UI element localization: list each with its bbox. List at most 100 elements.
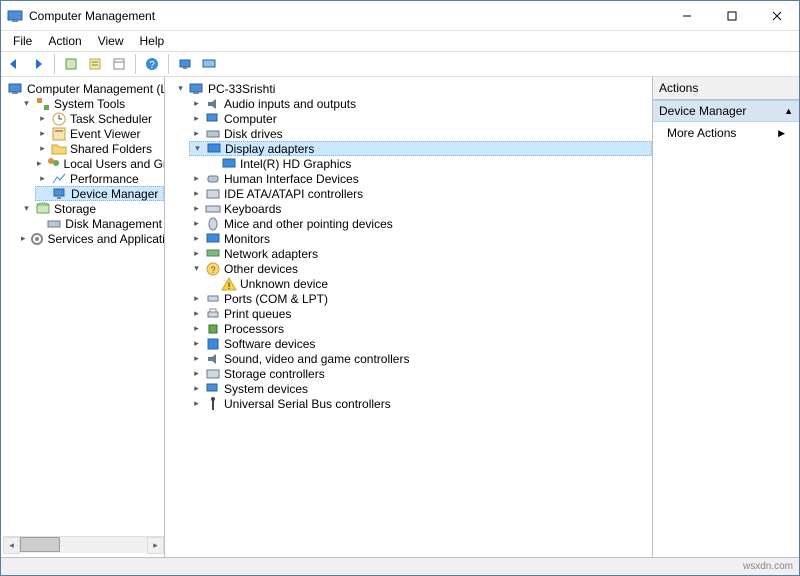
expand-icon[interactable]: ▸ — [191, 203, 202, 214]
expand-icon[interactable]: ▸ — [191, 398, 202, 409]
cat-storage-controllers[interactable]: ▸Storage controllers — [189, 366, 652, 381]
expand-icon[interactable]: ▸ — [191, 368, 202, 379]
expand-icon[interactable]: ▸ — [37, 158, 42, 169]
cat-disk-drives[interactable]: ▸Disk drives — [189, 126, 652, 141]
app-icon — [7, 8, 23, 24]
menu-help[interactable]: Help — [132, 32, 173, 50]
cat-ide[interactable]: ▸IDE ATA/ATAPI controllers — [189, 186, 652, 201]
tree-device-manager[interactable]: Device Manager — [35, 186, 164, 201]
device-action-button[interactable] — [198, 53, 220, 75]
cat-audio[interactable]: ▸Audio inputs and outputs — [189, 96, 652, 111]
scroll-thumb[interactable] — [20, 537, 60, 552]
expand-icon[interactable]: ▸ — [191, 173, 202, 184]
expand-icon[interactable]: ▸ — [191, 293, 202, 304]
back-button[interactable] — [3, 53, 25, 75]
collapse-icon[interactable]: ▾ — [192, 143, 203, 154]
toolbar: ? — [1, 51, 799, 77]
cat-ports[interactable]: ▸Ports (COM & LPT) — [189, 291, 652, 306]
cat-computer[interactable]: ▸Computer — [189, 111, 652, 126]
computer-icon — [205, 111, 221, 127]
scroll-left-button[interactable]: ◂ — [3, 537, 20, 554]
sound-icon — [205, 351, 221, 367]
ide-icon — [205, 186, 221, 202]
collapse-icon[interactable]: ▾ — [21, 98, 32, 109]
actions-section-label: Device Manager — [659, 104, 746, 118]
expand-icon[interactable]: ▸ — [191, 98, 202, 109]
pc-icon — [189, 81, 205, 97]
show-hide-tree-button[interactable] — [60, 53, 82, 75]
expand-icon[interactable]: ▸ — [21, 233, 26, 244]
tree-storage[interactable]: ▾ Storage — [19, 201, 164, 216]
horizontal-scrollbar[interactable]: ◂ ▸ — [3, 536, 164, 553]
cat-monitors[interactable]: ▸Monitors — [189, 231, 652, 246]
cat-display-adapters[interactable]: ▾Display adapters — [189, 141, 652, 156]
expand-icon[interactable]: ▸ — [191, 248, 202, 259]
cat-network[interactable]: ▸Network adapters — [189, 246, 652, 261]
menu-view[interactable]: View — [90, 32, 132, 50]
tree-services[interactable]: ▸Services and Applications — [19, 231, 164, 246]
expand-icon[interactable]: ▸ — [191, 383, 202, 394]
cat-other-devices[interactable]: ▾?Other devices — [189, 261, 652, 276]
expand-icon[interactable]: ▸ — [191, 308, 202, 319]
toolbar-separator — [135, 54, 136, 74]
expand-icon[interactable]: ▸ — [191, 128, 202, 139]
tree-local-users[interactable]: ▸Local Users and Groups — [35, 156, 164, 171]
collapse-icon[interactable]: ▾ — [191, 263, 202, 274]
actions-section[interactable]: Device Manager ▲ — [653, 100, 799, 122]
collapse-icon[interactable]: ▾ — [175, 83, 186, 94]
submenu-icon: ▶ — [778, 128, 785, 139]
expand-icon[interactable]: ▸ — [191, 233, 202, 244]
cat-software-devices[interactable]: ▸Software devices — [189, 336, 652, 351]
expand-icon[interactable]: ▸ — [37, 128, 48, 139]
svg-text:?: ? — [149, 60, 155, 71]
export-button[interactable] — [108, 53, 130, 75]
tree-system-tools[interactable]: ▾ System Tools — [19, 96, 164, 111]
maximize-button[interactable] — [709, 1, 754, 30]
tree-task-scheduler[interactable]: ▸Task Scheduler — [35, 111, 164, 126]
tree-event-viewer[interactable]: ▸Event Viewer — [35, 126, 164, 141]
forward-button[interactable] — [27, 53, 49, 75]
display-icon — [206, 141, 222, 157]
close-button[interactable] — [754, 1, 799, 30]
cat-mice[interactable]: ▸Mice and other pointing devices — [189, 216, 652, 231]
cat-print-queues[interactable]: ▸Print queues — [189, 306, 652, 321]
expand-icon[interactable]: ▸ — [191, 338, 202, 349]
users-icon — [45, 156, 61, 172]
expand-icon[interactable]: ▸ — [37, 173, 48, 184]
device-intel-hd[interactable]: Intel(R) HD Graphics — [205, 156, 652, 171]
storage-ctrl-icon — [205, 366, 221, 382]
expand-icon[interactable]: ▸ — [191, 188, 202, 199]
expand-icon[interactable]: ▸ — [191, 218, 202, 229]
cat-sound[interactable]: ▸Sound, video and game controllers — [189, 351, 652, 366]
expand-icon[interactable]: ▸ — [191, 323, 202, 334]
warning-icon: ! — [221, 276, 237, 292]
collapse-icon[interactable]: ▾ — [21, 203, 32, 214]
tree-disk-management[interactable]: Disk Management — [35, 216, 164, 231]
help-button[interactable]: ? — [141, 53, 163, 75]
more-actions-link[interactable]: More Actions ▶ — [653, 122, 799, 144]
expand-icon[interactable]: ▸ — [191, 353, 202, 364]
menu-action[interactable]: Action — [40, 32, 89, 50]
cat-processors[interactable]: ▸Processors — [189, 321, 652, 336]
tree-shared-folders[interactable]: ▸Shared Folders — [35, 141, 164, 156]
tree-root[interactable]: Computer Management (Local — [3, 81, 164, 96]
cat-system-devices[interactable]: ▸System devices — [189, 381, 652, 396]
menu-file[interactable]: File — [5, 32, 40, 50]
scroll-right-button[interactable]: ▸ — [147, 537, 164, 554]
cat-keyboards[interactable]: ▸Keyboards — [189, 201, 652, 216]
disk-icon — [46, 216, 62, 232]
scan-hardware-button[interactable] — [174, 53, 196, 75]
properties-button[interactable] — [84, 53, 106, 75]
cat-hid[interactable]: ▸Human Interface Devices — [189, 171, 652, 186]
expand-icon[interactable]: ▸ — [37, 143, 48, 154]
expand-icon[interactable]: ▸ — [37, 113, 48, 124]
tree-performance[interactable]: ▸Performance — [35, 171, 164, 186]
clock-icon — [51, 111, 67, 127]
storage-icon — [35, 201, 51, 217]
device-root[interactable]: ▾ PC-33Srishti — [173, 81, 652, 96]
minimize-button[interactable] — [664, 1, 709, 30]
expand-icon[interactable]: ▸ — [191, 113, 202, 124]
cat-usb[interactable]: ▸Universal Serial Bus controllers — [189, 396, 652, 411]
device-unknown[interactable]: !Unknown device — [205, 276, 652, 291]
collapse-icon[interactable]: ▲ — [784, 106, 793, 116]
